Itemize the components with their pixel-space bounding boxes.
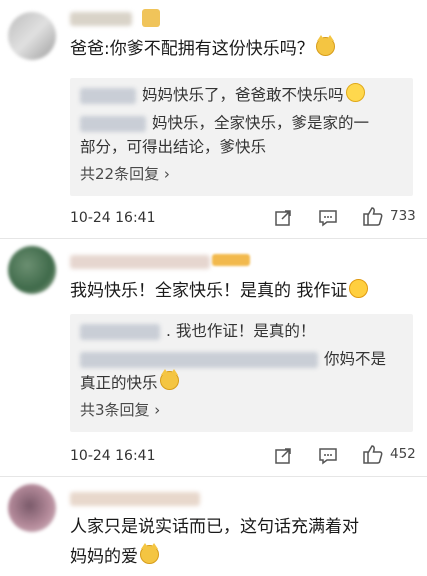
comment-button[interactable] (318, 207, 338, 229)
share-icon (275, 210, 291, 226)
comment-text: 人家只是说实话而已，这句话充满着对 妈妈的爱 (70, 512, 415, 572)
reply-line: 你妈不是 (80, 346, 407, 372)
username[interactable] (70, 492, 200, 506)
reply-text: 真正的快乐 (80, 374, 158, 392)
reply-box[interactable]: 妈妈快乐了，爸爸敢不快乐吗 妈快乐，全家快乐，爹是家的一 部分，可得出结论，爹快… (70, 78, 413, 196)
comment-icon (319, 210, 337, 227)
reply-text: . 我也作证！是真的！ (166, 322, 316, 340)
reply-username[interactable] (80, 351, 318, 368)
vip-badge-icon (212, 254, 250, 266)
avatar[interactable] (8, 484, 56, 532)
cat-emoji-icon (159, 369, 179, 390)
laugh-emoji-icon (349, 279, 369, 298)
username[interactable] (70, 255, 210, 269)
like-count: 452 (390, 446, 416, 462)
reply-box[interactable]: . 我也作证！是真的！ 你妈不是 真正的快乐 共3条回复 › (70, 314, 413, 432)
comment-button[interactable] (318, 445, 338, 467)
avatar[interactable] (8, 12, 56, 60)
reply-text: 妈妈快乐了，爸爸敢不快乐吗 (142, 86, 344, 104)
reply-text: 妈快乐，全家快乐，爹是家的一 (152, 114, 370, 132)
comment-text-content: 妈妈的爱 (70, 547, 138, 567)
comment-text-content: 爸爸:你爹不配拥有这份快乐吗？ (70, 39, 314, 59)
thumbs-up-icon (363, 445, 383, 464)
smile-emoji-icon (345, 83, 365, 102)
more-replies-link[interactable]: 共3条回复 › (80, 399, 160, 420)
divider (0, 476, 427, 477)
timestamp: 10-24 16:41 (70, 210, 156, 226)
comment-text: 爸爸:你爹不配拥有这份快乐吗？ (70, 34, 415, 64)
reply-username[interactable] (80, 115, 146, 132)
reply-username[interactable] (80, 87, 136, 104)
vip-badge-icon (142, 9, 160, 27)
reply-line: . 我也作证！是真的！ (80, 318, 407, 344)
username[interactable] (70, 12, 132, 26)
reply-username[interactable] (80, 323, 160, 340)
comment-text: 我妈快乐！全家快乐！是真的 我作证 (70, 276, 415, 306)
share-icon (275, 448, 291, 464)
share-button[interactable] (274, 207, 292, 229)
like-button[interactable]: 733 (362, 205, 416, 227)
comment-icon (319, 448, 337, 465)
reply-line-continued: 真正的快乐 (80, 369, 407, 396)
divider (0, 238, 427, 239)
comment-text-line: 妈妈的爱 (70, 542, 415, 572)
like-button[interactable]: 452 (362, 443, 416, 465)
like-count: 733 (390, 208, 416, 224)
reply-text: 部分，可得出结论，爹快乐 (80, 138, 267, 156)
reply-line: 妈快乐，全家快乐，爹是家的一 (80, 110, 407, 136)
reply-line-continued: 部分，可得出结论，爹快乐 (80, 134, 407, 160)
more-replies-link[interactable]: 共22条回复 › (80, 163, 170, 184)
cat-emoji-icon (140, 543, 159, 564)
cat-emoji-icon (315, 35, 335, 56)
timestamp: 10-24 16:41 (70, 448, 156, 464)
comment-text-line: 人家只是说实话而已，这句话充满着对 (70, 517, 359, 537)
reply-text: 你妈不是 (324, 350, 387, 368)
comment-text-content: 我妈快乐！全家快乐！是真的 我作证 (70, 281, 348, 301)
avatar[interactable] (8, 246, 56, 294)
thumbs-up-icon (363, 207, 383, 226)
share-button[interactable] (274, 445, 292, 467)
reply-line: 妈妈快乐了，爸爸敢不快乐吗 (80, 82, 407, 108)
